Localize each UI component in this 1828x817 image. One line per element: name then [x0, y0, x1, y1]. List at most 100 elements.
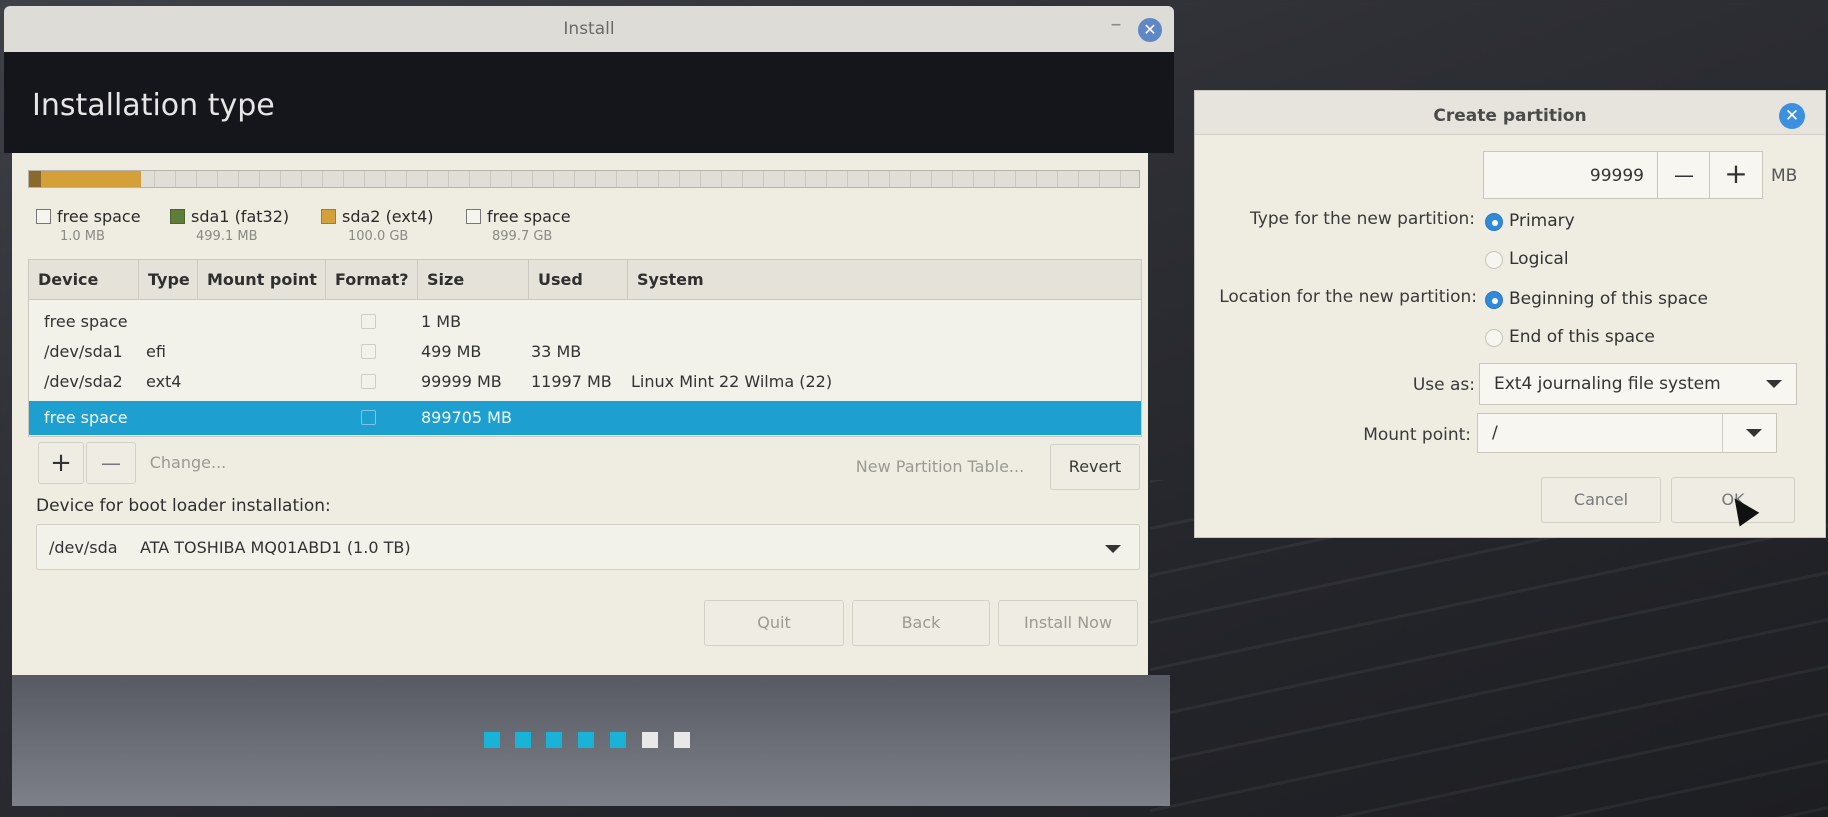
install-titlebar: Install – ✕	[4, 6, 1174, 52]
cell-type: ext4	[146, 372, 182, 391]
legend-item-sda1: sda1 (fat32)	[170, 207, 289, 226]
dialog-titlebar: Create partition ✕	[1195, 91, 1825, 135]
cell-size: 899705 MB	[421, 408, 512, 427]
window-title: Install	[563, 19, 615, 39]
legend-size: 1.0 MB	[60, 229, 105, 244]
change-partition-button[interactable]: Change...	[138, 442, 238, 484]
revert-button[interactable]: Revert	[1050, 444, 1140, 490]
legend-label: sda1 (fat32)	[191, 207, 290, 226]
progress-dot-done	[484, 732, 500, 748]
type-label: Type for the new partition:	[1250, 209, 1475, 229]
cell-device: /dev/sda2	[44, 372, 123, 391]
cell-used: 11997 MB	[531, 372, 612, 391]
close-icon[interactable]: ✕	[1138, 18, 1162, 42]
column-header-system[interactable]: System	[628, 260, 1141, 300]
install-now-button[interactable]: Install Now	[998, 600, 1138, 646]
progress-dot-pending	[642, 732, 658, 748]
legend-item-sda2: sda2 (ext4)	[321, 207, 434, 226]
legend-swatch	[321, 209, 336, 224]
chevron-down-icon	[1766, 380, 1782, 388]
new-partition-table-button[interactable]: New Partition Table...	[850, 444, 1030, 490]
legend-size: 100.0 GB	[348, 229, 409, 244]
boot-device: /dev/sda	[49, 538, 118, 557]
use-as-value: Ext4 journaling file system	[1494, 374, 1721, 394]
progress-dot-done	[578, 732, 594, 748]
option-logical-label[interactable]: Logical	[1509, 249, 1569, 269]
column-header-size[interactable]: Size	[418, 260, 529, 300]
mount-point-value: /	[1492, 423, 1498, 443]
mount-point-combo[interactable]: /	[1477, 413, 1777, 453]
location-label: Location for the new partition:	[1219, 287, 1477, 307]
option-end-label[interactable]: End of this space	[1509, 327, 1655, 347]
table-row[interactable]: /dev/sda1 efi 499 MB 33 MB	[29, 337, 1141, 367]
cell-size: 99999 MB	[421, 372, 502, 391]
radio-primary[interactable]	[1485, 213, 1503, 231]
minimize-icon[interactable]: –	[1104, 12, 1128, 42]
column-header-mount-point[interactable]: Mount point	[198, 260, 326, 300]
legend-swatch	[36, 209, 51, 224]
cancel-button[interactable]: Cancel	[1541, 477, 1661, 523]
cell-size: 1 MB	[421, 312, 462, 331]
partition-table: Device Type Mount point Format? Size Use…	[28, 259, 1142, 437]
cell-device: free space	[44, 312, 128, 331]
radio-logical[interactable]	[1485, 251, 1503, 269]
use-as-select[interactable]: Ext4 journaling file system	[1479, 363, 1797, 405]
format-checkbox[interactable]	[361, 314, 376, 329]
close-icon[interactable]: ✕	[1779, 103, 1805, 129]
table-row[interactable]: free space 1 MB	[29, 307, 1141, 337]
remove-partition-button[interactable]: —	[86, 442, 136, 484]
cell-used: 33 MB	[531, 342, 582, 361]
radio-beginning[interactable]	[1485, 291, 1503, 309]
dialog-title: Create partition	[1433, 106, 1587, 126]
progress-dot-done	[610, 732, 626, 748]
size-value: 99999	[1589, 166, 1644, 186]
partition-bar-efi-segment	[29, 171, 41, 187]
quit-button[interactable]: Quit	[704, 600, 844, 646]
cell-system: Linux Mint 22 Wilma (22)	[631, 372, 833, 391]
size-input[interactable]: 99999	[1483, 151, 1659, 199]
size-decrement-button[interactable]: —	[1657, 151, 1711, 199]
legend-size: 499.1 MB	[196, 229, 258, 244]
format-checkbox[interactable]	[361, 374, 376, 389]
add-partition-button[interactable]: +	[38, 442, 84, 484]
cell-device: free space	[44, 408, 128, 427]
option-primary-label[interactable]: Primary	[1509, 211, 1575, 231]
size-increment-button[interactable]: +	[1709, 151, 1763, 199]
legend-item-free-space-1: free space	[36, 207, 141, 226]
combo-divider	[1722, 414, 1723, 452]
table-header: Device Type Mount point Format? Size Use…	[29, 260, 1141, 300]
table-row[interactable]: /dev/sda2 ext4 99999 MB 11997 MB Linux M…	[29, 367, 1141, 397]
boot-device-name: ATA TOSHIBA MQ01ABD1 (1.0 TB)	[140, 538, 411, 557]
legend-swatch	[170, 209, 185, 224]
partition-bar	[28, 170, 1140, 188]
use-as-label: Use as:	[1412, 375, 1475, 395]
boot-loader-select[interactable]: /dev/sda ATA TOSHIBA MQ01ABD1 (1.0 TB)	[36, 524, 1140, 570]
column-header-device[interactable]: Device	[29, 260, 139, 300]
legend-item-free-space-2: free space	[466, 207, 571, 226]
table-row-selected[interactable]: free space 899705 MB	[29, 401, 1141, 435]
cell-type: efi	[146, 342, 166, 361]
cell-device: /dev/sda1	[44, 342, 123, 361]
progress-dot-done	[546, 732, 562, 748]
chevron-down-icon	[1746, 429, 1762, 437]
back-button[interactable]: Back	[852, 600, 990, 646]
format-checkbox[interactable]	[361, 344, 376, 359]
chevron-down-icon	[1105, 545, 1121, 553]
column-header-used[interactable]: Used	[529, 260, 628, 300]
radio-end[interactable]	[1485, 329, 1503, 347]
format-checkbox[interactable]	[361, 410, 376, 425]
install-header: Installation type	[4, 52, 1174, 153]
boot-loader-label: Device for boot loader installation:	[36, 496, 331, 516]
legend-swatch	[466, 209, 481, 224]
legend-label: free space	[487, 207, 571, 226]
column-header-format[interactable]: Format?	[326, 260, 418, 300]
page-title: Installation type	[32, 88, 275, 123]
create-partition-dialog: Create partition ✕ Size: 99999 — + MB Ty…	[1194, 90, 1826, 538]
option-beginning-label[interactable]: Beginning of this space	[1509, 289, 1708, 309]
legend-size: 899.7 GB	[492, 229, 553, 244]
legend-label: free space	[57, 207, 141, 226]
mount-point-label: Mount point:	[1363, 425, 1471, 445]
cell-size: 499 MB	[421, 342, 482, 361]
progress-dot-pending	[674, 732, 690, 748]
column-header-type[interactable]: Type	[139, 260, 198, 300]
